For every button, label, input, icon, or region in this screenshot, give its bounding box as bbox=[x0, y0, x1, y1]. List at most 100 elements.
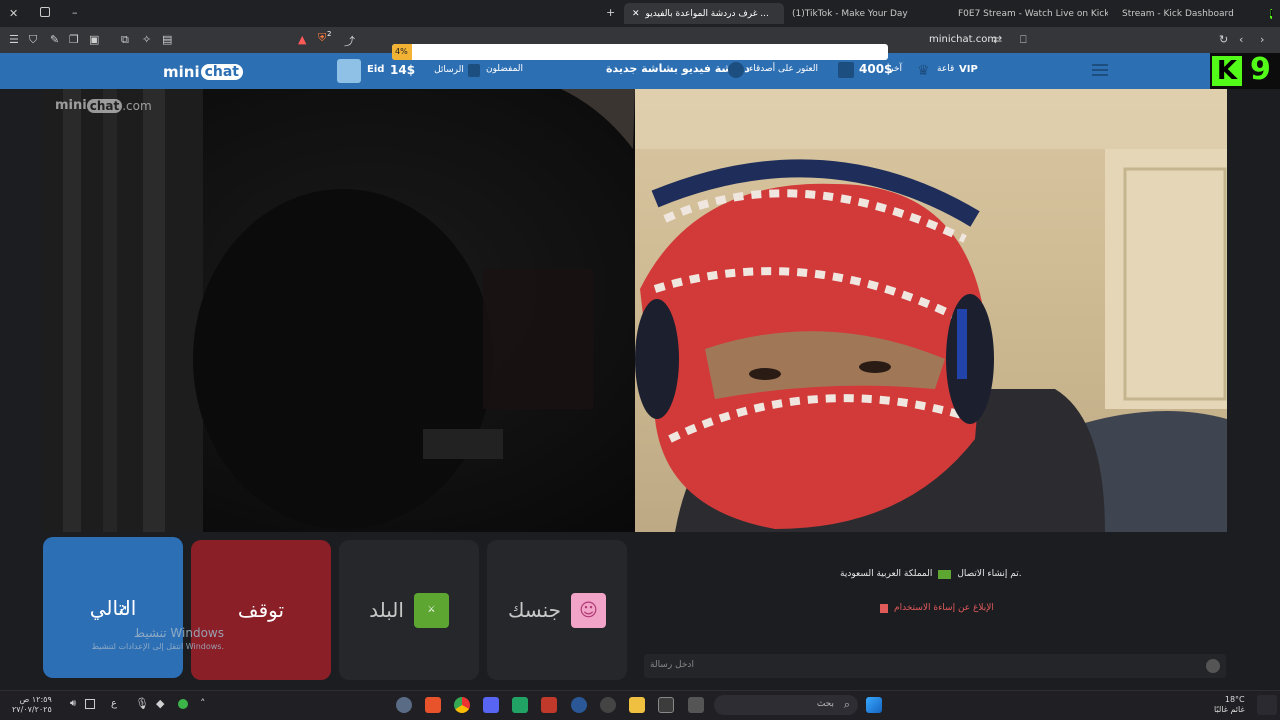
tab-title: (1)TikTok - Make Your Day bbox=[792, 8, 908, 19]
share-icon[interactable]: ⤴ bbox=[344, 33, 355, 49]
other-label[interactable]: آخر bbox=[889, 64, 902, 74]
other-amount: 400$ bbox=[859, 62, 893, 76]
female-avatar-icon: ☺ bbox=[571, 592, 607, 628]
clock-time: ١٢:٥٩ ص bbox=[19, 695, 52, 704]
shield-outline-icon[interactable]: ⛉ bbox=[29, 33, 37, 47]
brave-browser-icon[interactable] bbox=[425, 697, 441, 713]
url-text[interactable]: minichat.com bbox=[929, 34, 997, 45]
report-abuse-link[interactable]: الإبلاغ عن إساءة الاستخدام bbox=[880, 603, 994, 613]
bookmark-icon[interactable]: ⎕ bbox=[1020, 33, 1027, 47]
menu-icon[interactable]: ☰ bbox=[9, 33, 19, 46]
minichat-watermark: mini chat .com bbox=[55, 98, 152, 113]
screenshot-icon[interactable]: ⧉ bbox=[121, 33, 129, 47]
tab-tiktok[interactable]: (1)TikTok - Make Your Day ♪ bbox=[792, 3, 942, 24]
extension-icon[interactable]: ✧ bbox=[142, 33, 151, 46]
next-button[interactable]: التالي bbox=[43, 537, 183, 678]
store-icon[interactable] bbox=[658, 697, 674, 713]
minimize-icon[interactable]: – bbox=[72, 6, 78, 19]
messages-link[interactable]: 14$ الرسائل bbox=[390, 60, 464, 80]
stop-button[interactable]: توقف bbox=[191, 540, 331, 680]
windows-activation-title: تنشيط Windows bbox=[133, 626, 224, 640]
favorites-link[interactable]: المفضلون bbox=[486, 64, 523, 74]
page-loading-bar: 4% bbox=[392, 44, 888, 60]
hamburger-menu-icon[interactable] bbox=[1092, 64, 1108, 76]
shield-count-badge: 2 bbox=[327, 30, 332, 38]
tab-kick-dashboard[interactable]: Stream - Kick Dashboard K bbox=[1122, 3, 1272, 24]
emoji-icon[interactable] bbox=[1206, 659, 1220, 673]
pen-icon[interactable]: ✎ bbox=[50, 33, 59, 46]
report-flag-icon bbox=[880, 603, 888, 613]
show-hidden-icons-icon[interactable]: ˄ bbox=[200, 697, 206, 710]
network-icon[interactable] bbox=[85, 699, 95, 709]
brave-shield-icon[interactable]: ⛨ bbox=[318, 31, 326, 45]
chat-status-line: المملكة العربية السعودية تم إنشاء الاتصا… bbox=[840, 569, 1022, 579]
task-view-icon[interactable] bbox=[688, 697, 704, 713]
report-abuse-label: الإبلاغ عن إساءة الاستخدام bbox=[894, 603, 994, 613]
volume-icon[interactable]: 🔊︎ bbox=[70, 698, 76, 709]
stop-label: توقف bbox=[237, 598, 285, 622]
tabs-icon[interactable]: ❐ bbox=[69, 33, 79, 46]
logo-mini-text: mini bbox=[163, 63, 200, 81]
gender-button[interactable]: جنسك ☺ bbox=[487, 540, 627, 680]
watermark-chat: chat bbox=[86, 98, 123, 113]
taskbar-clock[interactable]: ١٢:٥٩ ص ٢٧/٠٧/٢٠٢٥ bbox=[12, 695, 52, 715]
app-red-icon[interactable] bbox=[541, 697, 557, 713]
microphone-icon[interactable]: 🎙︎ bbox=[135, 697, 149, 710]
chat-input-placeholder: ادخل رسالة bbox=[650, 660, 694, 670]
wallet-icon[interactable]: ▤ bbox=[162, 33, 172, 46]
messages-label: الرسائل bbox=[434, 65, 464, 75]
new-tab-icon[interactable]: + bbox=[606, 6, 615, 19]
minichat-logo[interactable]: mini chat bbox=[163, 59, 243, 85]
bookmark-flag-icon bbox=[468, 64, 480, 77]
close-icon[interactable]: ✕ bbox=[9, 7, 18, 20]
browser-tab-strip: ✕ – + ✕ غرف دردشة المواعدة بالفيديو ... … bbox=[0, 0, 1280, 27]
kick-logo-icon: K bbox=[1212, 56, 1242, 86]
sidebar-icon[interactable]: ▣ bbox=[89, 33, 99, 46]
chatgpt-icon[interactable] bbox=[600, 697, 616, 713]
site-settings-icon[interactable]: ⇄ bbox=[993, 33, 1002, 46]
chat-connected-text: تم إنشاء الاتصال. bbox=[957, 569, 1022, 579]
local-video-frame bbox=[43, 89, 635, 532]
forward-icon[interactable]: › bbox=[1260, 33, 1264, 46]
user-name[interactable]: Eid bbox=[367, 64, 384, 75]
start-button-icon[interactable] bbox=[866, 697, 882, 713]
tray-status-icon[interactable] bbox=[178, 699, 188, 709]
tab-minichat[interactable]: ✕ غرف دردشة المواعدة بالفيديو ... bbox=[624, 3, 784, 24]
weather-desc: غائم غالبًا bbox=[1214, 705, 1245, 714]
tab-kick-stream[interactable]: F0E7 Stream - Watch Live on Kick K bbox=[958, 3, 1108, 24]
search-placeholder: بحث bbox=[816, 699, 834, 709]
language-indicator[interactable]: ع bbox=[111, 698, 117, 709]
chat-message-input[interactable]: ادخل رسالة bbox=[644, 654, 1226, 678]
weather-widget[interactable]: 18°C غائم غالبًا bbox=[1214, 695, 1245, 715]
rewards-triangle-icon[interactable]: ▲ bbox=[298, 33, 306, 46]
mouse-cursor-icon: ➚ bbox=[118, 602, 129, 616]
partner-video-frame bbox=[635, 89, 1227, 532]
reload-icon[interactable]: ↻ bbox=[1219, 33, 1228, 46]
app-green-icon[interactable] bbox=[512, 697, 528, 713]
app-blue-icon[interactable] bbox=[571, 697, 587, 713]
loading-progress-fill: 4% bbox=[392, 44, 412, 60]
find-friends-link[interactable]: العثور على أصدقاء bbox=[749, 64, 818, 74]
file-explorer-icon[interactable] bbox=[629, 697, 645, 713]
discord-icon[interactable] bbox=[483, 697, 499, 713]
saudi-flag-small-icon bbox=[938, 569, 952, 579]
vip-link[interactable]: VIP bbox=[959, 64, 978, 75]
tab-close-icon[interactable]: ✕ bbox=[632, 9, 640, 19]
vip-sub-label: قاعة bbox=[937, 64, 955, 74]
gift-icon bbox=[838, 62, 854, 78]
windows-activation-watermark: تنشيط Windows انتقل إلى الإعدادات لتنشيط… bbox=[62, 626, 224, 651]
back-icon[interactable]: ‹ bbox=[1239, 33, 1243, 46]
country-button[interactable]: البلد ⚔ bbox=[339, 540, 479, 680]
settings-app-icon[interactable] bbox=[396, 697, 412, 713]
tray-app-icon[interactable]: ◆ bbox=[156, 697, 164, 710]
search-icon: ⌕ bbox=[843, 698, 850, 711]
taskbar-search[interactable]: بحث ⌕ bbox=[714, 695, 858, 715]
gender-label: جنسك bbox=[507, 598, 562, 622]
stream-overlay: K 9 bbox=[1210, 52, 1280, 89]
tab-menu-icon[interactable] bbox=[40, 7, 50, 17]
avatar[interactable] bbox=[337, 59, 361, 83]
country-label: البلد bbox=[369, 598, 404, 622]
chrome-icon[interactable] bbox=[454, 697, 470, 713]
saudi-flag-icon: ⚔ bbox=[413, 592, 449, 628]
local-video: mini chat .com bbox=[43, 89, 635, 532]
